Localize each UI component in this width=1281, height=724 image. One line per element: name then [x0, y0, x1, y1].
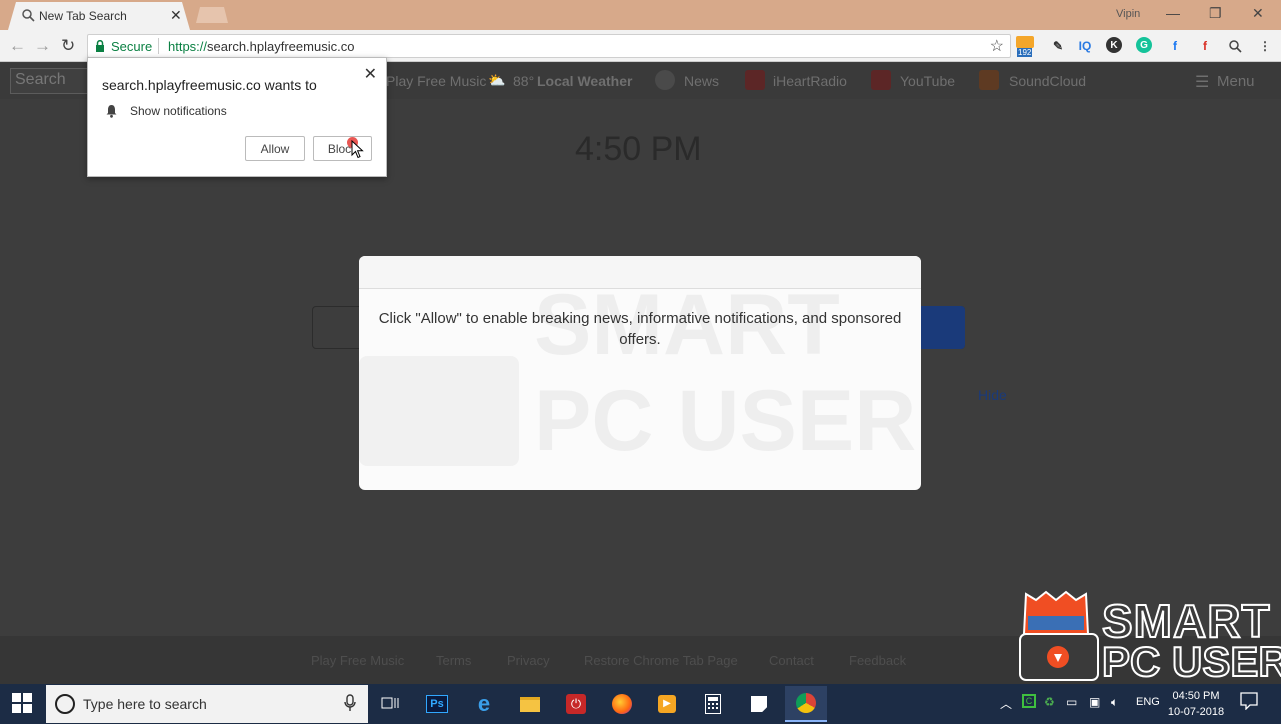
- nav-youtube[interactable]: YouTube: [900, 73, 955, 89]
- new-tab-button[interactable]: [196, 7, 228, 23]
- allow-prompt-modal: SMART PC USER Click "Allow" to enable br…: [359, 256, 921, 490]
- k-extension-icon[interactable]: K: [1106, 37, 1122, 53]
- page-clock: 4:50 PM: [575, 130, 702, 168]
- battery-icon[interactable]: ▭: [1066, 695, 1077, 709]
- extension-badge: 192: [1017, 48, 1033, 57]
- taskbar-search-placeholder: Type here to search: [83, 696, 207, 712]
- nav-iheartradio[interactable]: iHeartRadio: [773, 73, 847, 89]
- taskbar-date: 10-07-2018: [1167, 706, 1225, 718]
- chrome-menu-icon[interactable]: ⋮: [1256, 37, 1274, 55]
- cortana-icon: [55, 694, 75, 714]
- windows-start-icon[interactable]: [12, 693, 32, 713]
- forward-button[interactable]: →: [34, 36, 51, 56]
- permission-title: search.hplayfreemusic.co wants to: [102, 77, 317, 93]
- language-indicator[interactable]: ENG: [1136, 696, 1160, 708]
- secure-label: Secure: [111, 39, 153, 54]
- allow-button[interactable]: Allow: [245, 136, 305, 161]
- youtube-icon: [871, 70, 891, 90]
- iq-extension-icon[interactable]: IQ: [1076, 37, 1094, 55]
- hamburger-icon[interactable]: ☰: [1195, 72, 1209, 92]
- nav-soundcloud[interactable]: SoundCloud: [1009, 73, 1086, 89]
- reload-button[interactable]: ↻: [61, 36, 75, 56]
- network-icon[interactable]: ▣: [1089, 695, 1100, 709]
- watermark-logo-icon: [359, 356, 519, 466]
- news-icon: [655, 70, 675, 90]
- calculator-icon[interactable]: [698, 689, 728, 719]
- search-icon: [22, 9, 35, 22]
- taskbar-search-box[interactable]: Type here to search: [46, 685, 368, 723]
- rss-extension-icon[interactable]: [1016, 36, 1034, 48]
- eyedropper-extension-icon[interactable]: ✎: [1049, 37, 1067, 55]
- restore-button[interactable]: ❐: [1209, 5, 1222, 22]
- title-bar: [0, 0, 1281, 30]
- mouse-cursor-icon: [351, 140, 364, 159]
- footer-feedback[interactable]: Feedback: [849, 653, 906, 668]
- media-player-icon[interactable]: ▶: [652, 689, 682, 719]
- chrome-taskbar-icon[interactable]: [785, 686, 827, 722]
- facebook-extension-icon[interactable]: f: [1166, 37, 1184, 55]
- weather-icon: ⛅: [488, 72, 506, 88]
- logo-text-line2: PC USER: [1101, 638, 1281, 685]
- tab-title: New Tab Search: [39, 9, 127, 23]
- popup-close-icon[interactable]: ✕: [364, 64, 377, 84]
- hide-link[interactable]: Hide: [978, 387, 1007, 403]
- modal-message: Click "Allow" to enable breaking news, i…: [378, 310, 902, 348]
- profile-name[interactable]: Vipin: [1116, 8, 1140, 20]
- address-bar[interactable]: Secure https://search.hplayfreemusic.co …: [87, 34, 1011, 58]
- taskbar-clock[interactable]: 04:50 PM 10-07-2018: [1166, 688, 1226, 720]
- sticky-notes-icon[interactable]: [744, 689, 774, 719]
- url-host: search.hplayfreemusic.co: [207, 39, 355, 54]
- url-scheme: https://: [168, 39, 208, 54]
- footer-terms[interactable]: Terms: [436, 653, 471, 668]
- minimize-button[interactable]: —: [1166, 5, 1180, 21]
- nav-local-weather[interactable]: Local Weather: [537, 73, 632, 89]
- nav-temperature[interactable]: 88°: [513, 73, 534, 89]
- firefox-icon[interactable]: [607, 689, 637, 719]
- omnibox-divider: [158, 38, 159, 54]
- close-window-button[interactable]: ✕: [1252, 5, 1264, 22]
- power-app-icon[interactable]: ⏻: [561, 689, 591, 719]
- bookmark-star-icon[interactable]: ☆: [990, 36, 1004, 56]
- url-text: https://search.hplayfreemusic.co: [168, 39, 354, 54]
- footer-play-free-music[interactable]: Play Free Music: [311, 653, 404, 668]
- edge-icon[interactable]: e: [469, 689, 499, 719]
- search-extension-icon[interactable]: [1226, 37, 1244, 55]
- footer-restore-chrome-tab[interactable]: Restore Chrome Tab Page: [584, 653, 738, 668]
- footer-contact[interactable]: Contact: [769, 653, 814, 668]
- tab-close-icon[interactable]: ✕: [170, 7, 182, 24]
- facebook-red-extension-icon[interactable]: f: [1196, 37, 1214, 55]
- bell-icon: [105, 104, 118, 118]
- tray-app-icon[interactable]: C: [1022, 694, 1036, 708]
- nav-news[interactable]: News: [684, 73, 719, 89]
- permission-text: Show notifications: [130, 104, 227, 118]
- tab-new-tab-search[interactable]: New Tab Search ✕: [8, 2, 190, 30]
- file-explorer-icon[interactable]: [515, 689, 545, 719]
- watermark-pc-user: PC USER: [534, 373, 917, 469]
- menu-label[interactable]: Menu: [1217, 73, 1255, 90]
- grammarly-extension-icon[interactable]: G: [1136, 37, 1152, 53]
- photoshop-icon[interactable]: Ps: [422, 689, 452, 719]
- microphone-icon[interactable]: [344, 694, 356, 712]
- task-view-icon[interactable]: [375, 689, 405, 719]
- volume-icon[interactable]: 🔈︎: [1111, 695, 1118, 710]
- tray-expand-icon[interactable]: ︿: [1000, 695, 1012, 712]
- action-center-icon[interactable]: [1240, 692, 1258, 710]
- soundcloud-icon: [979, 70, 999, 90]
- nav-play-free-music[interactable]: Play Free Music: [386, 73, 486, 89]
- recycle-icon[interactable]: ♻: [1044, 695, 1055, 709]
- notification-permission-popup: search.hplayfreemusic.co wants to ✕ Show…: [87, 57, 387, 177]
- page-search-input[interactable]: Search: [10, 68, 90, 94]
- footer-privacy[interactable]: Privacy: [507, 653, 550, 668]
- iheartradio-icon: [745, 70, 765, 90]
- smartpcuser-logo: SMART PC USER: [1018, 590, 1281, 685]
- lock-icon: [95, 40, 105, 52]
- back-button[interactable]: ←: [9, 36, 26, 56]
- taskbar-time: 04:50 PM: [1172, 690, 1220, 702]
